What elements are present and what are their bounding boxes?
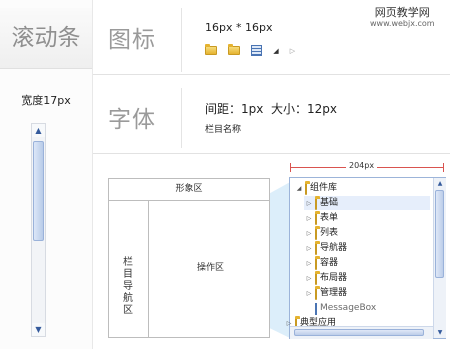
width-measure-label: 204px xyxy=(346,161,378,170)
tree-node[interactable]: ▷ 管理器 xyxy=(304,286,430,300)
grid-icon xyxy=(315,303,317,315)
triangle-right-icon[interactable]: ▷ xyxy=(304,257,314,271)
tree-node[interactable]: ▷ 容器 xyxy=(304,256,430,270)
nav-area-label: 栏目导航区 xyxy=(123,257,133,316)
tree-node-label: 管理器 xyxy=(320,288,348,298)
scrollbar-thumb[interactable] xyxy=(294,329,424,336)
tree-node-label: 导航器 xyxy=(320,243,348,253)
folder-icon xyxy=(315,228,317,240)
folder-icon xyxy=(315,258,317,270)
scroll-up-button[interactable]: ▲ xyxy=(434,178,446,189)
tree-node-label: 表单 xyxy=(320,213,339,223)
scroll-down-button[interactable]: ▼ xyxy=(434,327,446,338)
triangle-right-icon[interactable]: ▷ xyxy=(304,242,314,256)
tree-node-label: 列表 xyxy=(320,228,339,238)
tree-node-root[interactable]: ◢ 组件库 xyxy=(294,181,337,195)
tree-node[interactable]: ▷ 导航器 xyxy=(304,241,430,255)
triangle-right-icon[interactable]: ▷ xyxy=(304,287,314,301)
triangle-down-icon[interactable]: ◢ xyxy=(294,182,304,196)
layout-diagram: 形象区 栏目导航区 操作区 xyxy=(108,178,270,338)
tree-panel: ◢ 组件库 ▷ 基础 ▷ 表单 ▷ 列表 ▷ 导航器 ▷ 容器 ▷ 布局器 ▷ 管理器 MessageBox… xyxy=(287,177,446,339)
tree-node-messagebox[interactable]: MessageBox xyxy=(294,301,376,315)
tree-node[interactable]: ▷ 布局器 xyxy=(304,271,430,285)
folder-icon xyxy=(305,183,307,195)
tree-node[interactable]: ▷ 列表 xyxy=(304,226,430,240)
width-measure: 204px xyxy=(290,161,444,172)
tree-vertical-scrollbar[interactable]: ▲ ▼ xyxy=(433,178,446,338)
folder-icon xyxy=(315,273,317,285)
scrollbar-thumb[interactable] xyxy=(435,190,444,278)
folder-icon xyxy=(315,243,317,255)
tree-node[interactable]: ▷ 表单 xyxy=(304,211,430,225)
triangle-right-icon[interactable]: ▷ xyxy=(304,272,314,286)
banner-area-label: 形象区 xyxy=(109,179,269,201)
triangle-right-icon[interactable]: ▷ xyxy=(304,212,314,226)
tree-node-label: 容器 xyxy=(320,258,339,268)
tree-node-label: 布局器 xyxy=(320,273,348,283)
folder-icon xyxy=(315,213,317,225)
nav-area: 栏目导航区 xyxy=(109,200,149,337)
tree-node-label: 基础 xyxy=(320,198,339,208)
work-area-label: 操作区 xyxy=(197,263,225,273)
folder-icon xyxy=(315,198,317,210)
triangle-right-icon[interactable]: ▷ xyxy=(304,197,314,211)
tree-horizontal-scrollbar[interactable] xyxy=(290,326,433,339)
folder-icon xyxy=(315,288,317,300)
tree-node[interactable]: ▷ 基础 xyxy=(304,196,430,210)
triangle-right-icon[interactable]: ▷ xyxy=(304,227,314,241)
